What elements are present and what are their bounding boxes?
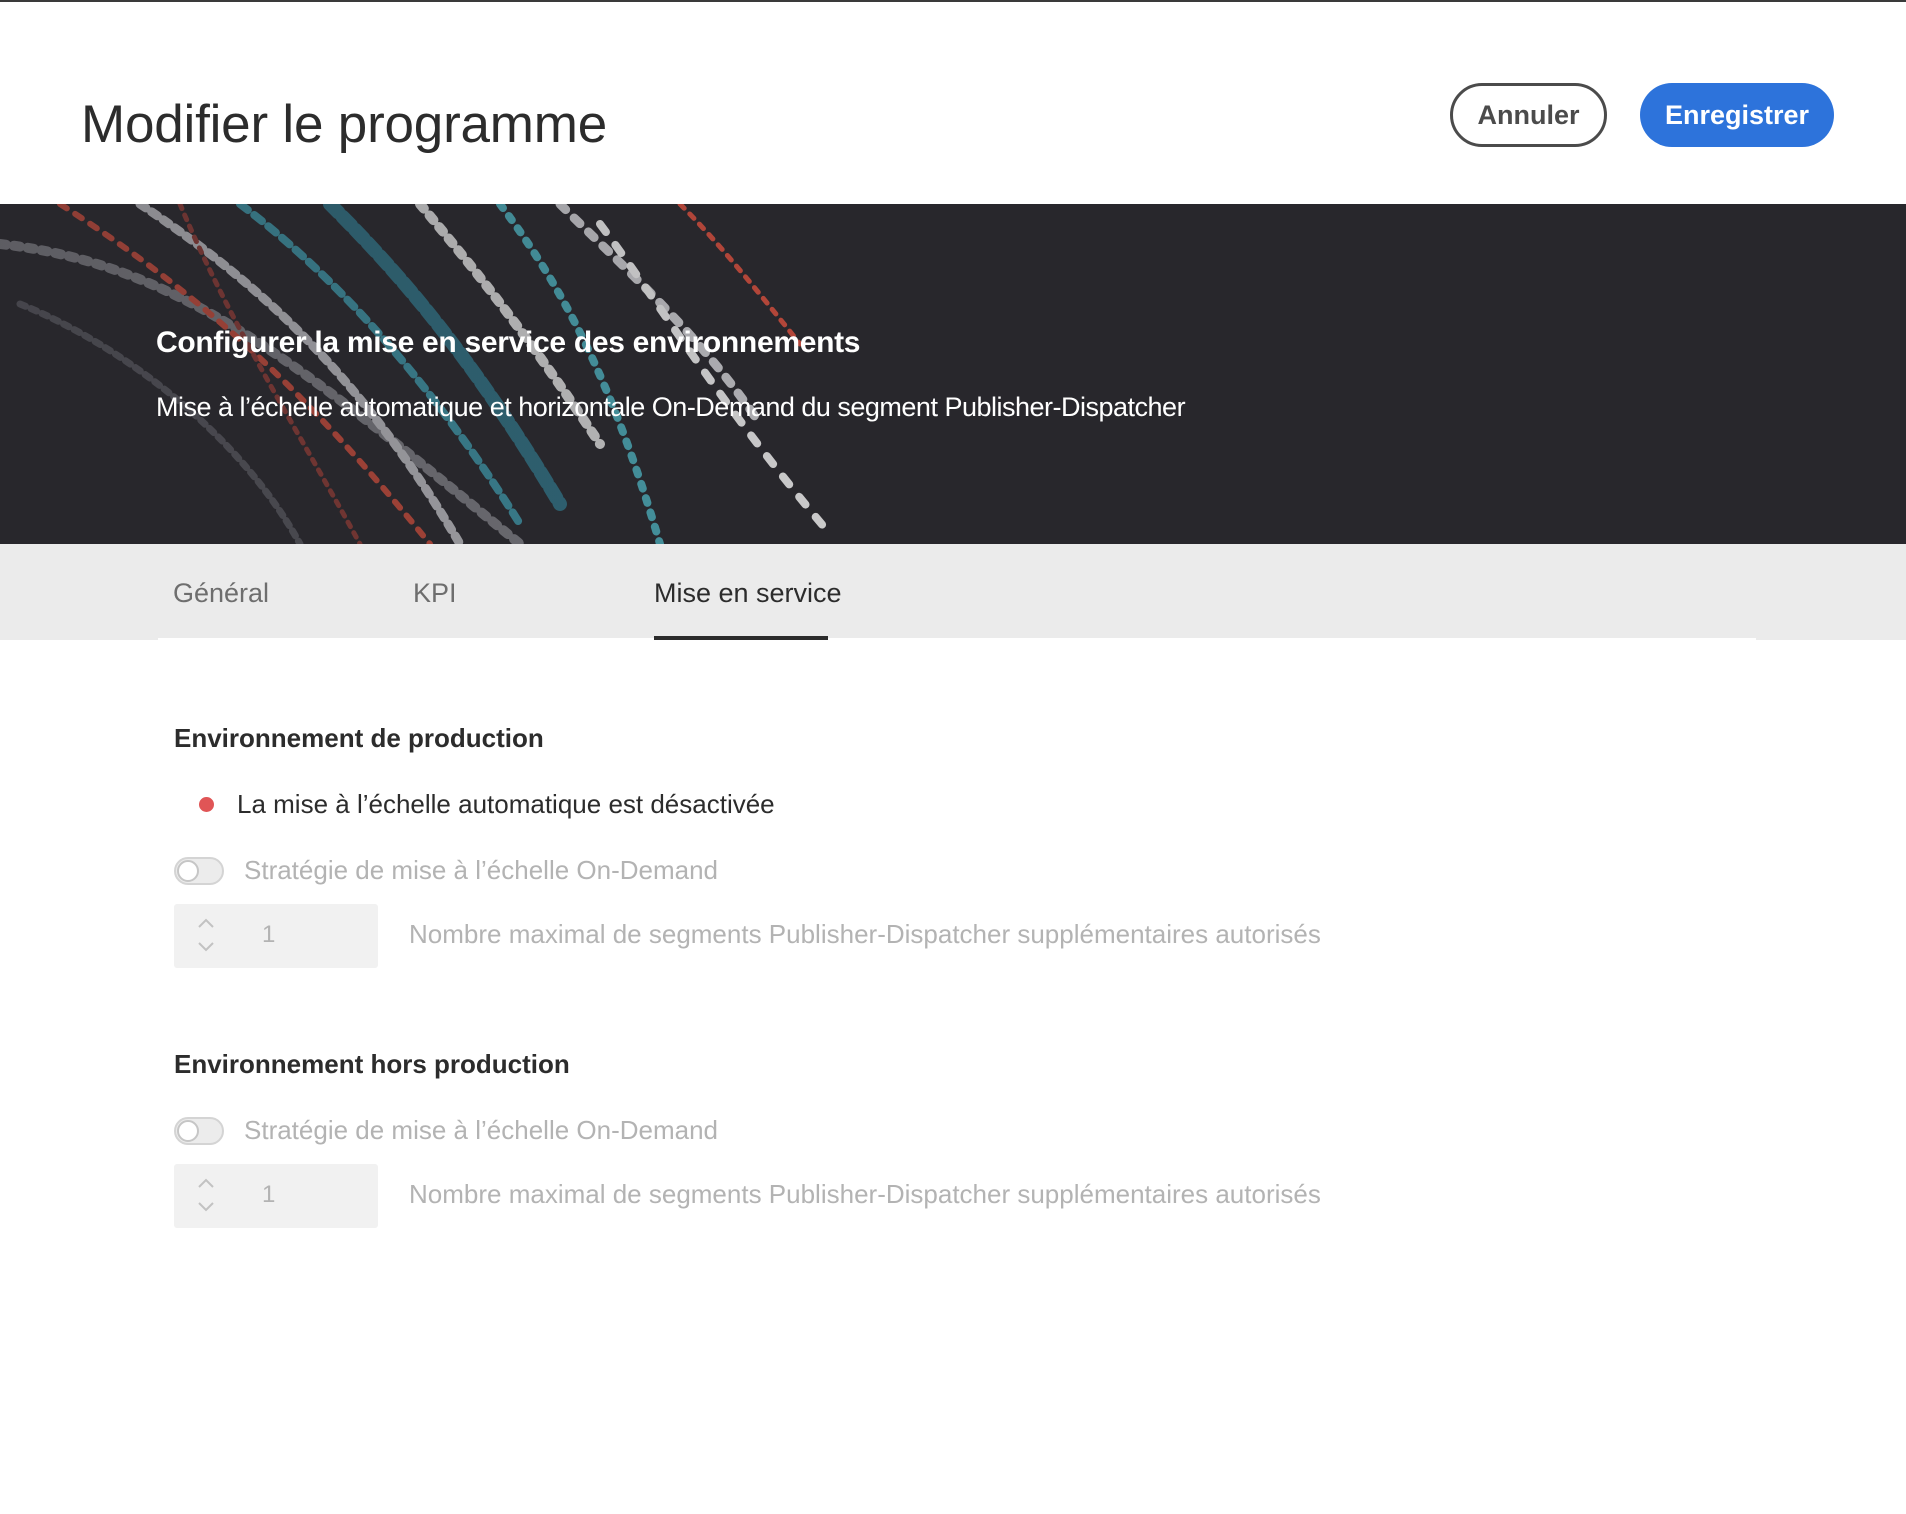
toggle-knob bbox=[177, 860, 199, 882]
non-production-max-segments-stepper[interactable]: 1 bbox=[174, 1164, 378, 1228]
non-production-on-demand-toggle[interactable] bbox=[174, 1117, 224, 1145]
tab-kpi[interactable]: KPI bbox=[413, 578, 457, 609]
tab-baseline bbox=[158, 638, 1756, 640]
production-stepper-label: Nombre maximal de segments Publisher-Dis… bbox=[409, 919, 1321, 949]
production-on-demand-toggle[interactable] bbox=[174, 857, 224, 885]
hero-banner: Configurer la mise en service des enviro… bbox=[0, 204, 1906, 544]
page-header: Modifier le programme Annuler Enregistre… bbox=[0, 2, 1906, 204]
active-tab-indicator bbox=[654, 636, 828, 640]
autoscaling-status-text: La mise à l’échelle automatique est désa… bbox=[237, 789, 775, 819]
stepper-value: 1 bbox=[262, 921, 276, 948]
tab-mise-en-service[interactable]: Mise en service bbox=[654, 578, 842, 609]
production-toggle-label: Stratégie de mise à l’échelle On-Demand bbox=[244, 855, 719, 885]
tab-bar bbox=[0, 544, 1906, 640]
production-max-segments-stepper[interactable]: 1 bbox=[174, 904, 378, 968]
save-button[interactable]: Enregistrer bbox=[1640, 83, 1834, 147]
tab-general[interactable]: Général bbox=[173, 578, 269, 609]
banner-background-art bbox=[0, 204, 1906, 544]
page-title: Modifier le programme bbox=[81, 95, 607, 154]
stepper-value: 1 bbox=[262, 1181, 276, 1208]
chevron-down-icon[interactable] bbox=[196, 940, 216, 954]
banner-title: Configurer la mise en service des enviro… bbox=[156, 326, 861, 359]
chevron-up-icon[interactable] bbox=[196, 916, 216, 930]
chevron-down-icon[interactable] bbox=[196, 1200, 216, 1214]
non-production-section-title: Environnement hors production bbox=[174, 1049, 570, 1079]
production-section-title: Environnement de production bbox=[174, 723, 544, 753]
cancel-button[interactable]: Annuler bbox=[1450, 83, 1607, 147]
non-production-stepper-label: Nombre maximal de segments Publisher-Dis… bbox=[409, 1179, 1321, 1209]
toggle-knob bbox=[177, 1120, 199, 1142]
chevron-up-icon[interactable] bbox=[196, 1176, 216, 1190]
banner-subtitle: Mise à l’échelle automatique et horizont… bbox=[156, 392, 1186, 422]
non-production-toggle-label: Stratégie de mise à l’échelle On-Demand bbox=[244, 1115, 719, 1145]
status-dot-icon bbox=[199, 797, 214, 812]
